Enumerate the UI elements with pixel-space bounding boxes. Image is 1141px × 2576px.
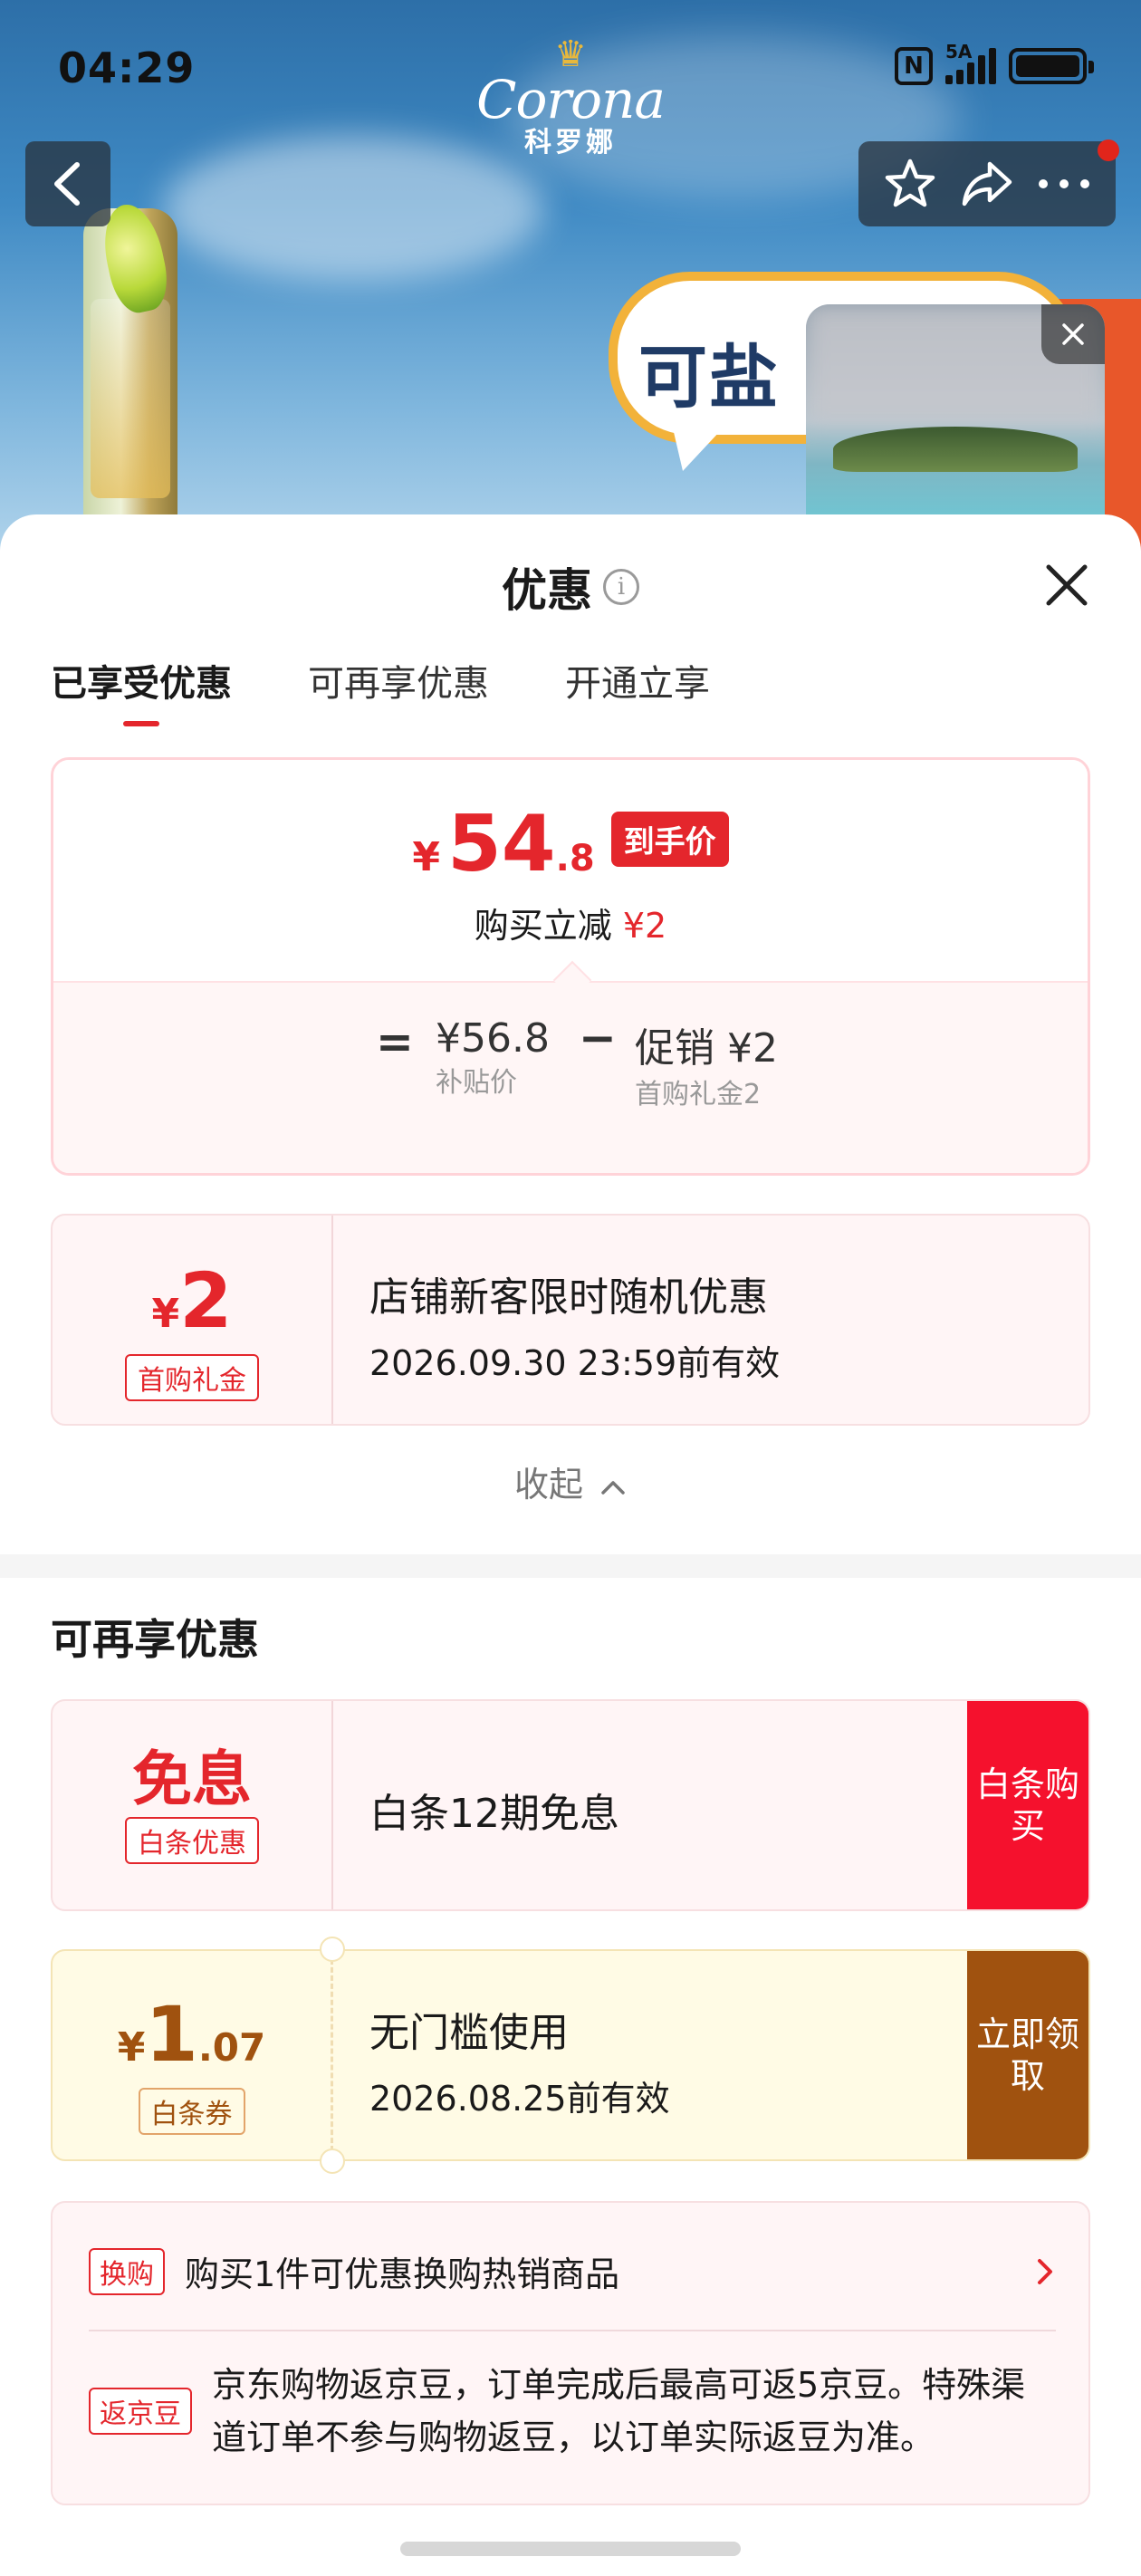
price-summary: ¥ 54 .8 到手价 购买立减 ¥2 (53, 760, 1088, 981)
voucher-amount: ¥1.07 (53, 1996, 331, 2086)
baitiao-big-label: 免息 (132, 1745, 252, 1814)
promo-label: 首购礼金2 (635, 1079, 762, 1110)
price-decimal: .8 (555, 838, 595, 879)
minus-sign: − (579, 1012, 617, 1064)
coupon-details: 店铺新客限时随机优惠 2026.09.30 23:59前有效 (369, 1264, 780, 1385)
speech-bubble-tail (670, 417, 734, 471)
back-arrow-icon (54, 162, 80, 206)
banner-headline: 可盐 (638, 337, 780, 418)
trade-in-tag: 换购 (89, 2247, 165, 2295)
chevron-up-icon (601, 1480, 625, 1495)
close-icon[interactable] (1041, 560, 1092, 610)
tab-activate[interactable]: 开通立享 (565, 654, 710, 708)
baitiao-buy-button[interactable]: 白条购买 (967, 1701, 1088, 1909)
status-icons: N 5A (895, 41, 1094, 85)
ticket-punch (320, 2148, 345, 2174)
collapse-label: 收起 (513, 1465, 583, 1504)
reduction-label: 购买立减 (474, 906, 612, 946)
subsidy-price: ¥56.8 补贴价 (436, 1015, 571, 1100)
jingdou-tag: 返京豆 (89, 2388, 192, 2435)
baitiao-tag: 白条优惠 (125, 1817, 259, 1864)
tab-enjoyed[interactable]: 已享受优惠 (51, 654, 232, 726)
voucher-title: 无门槛使用 (369, 2010, 569, 2056)
more-icon (1039, 179, 1090, 188)
final-price: ¥ 54 .8 到手价 (53, 805, 1088, 883)
close-icon (1062, 323, 1084, 345)
coupon-amount: ¥2 (53, 1263, 331, 1352)
brand-logo: ♛ Corona 科罗娜 (471, 36, 670, 159)
favorite-button[interactable] (878, 152, 942, 216)
voucher-dec: .07 (197, 2025, 266, 2070)
currency-symbol: ¥ (412, 834, 440, 880)
section-divider (0, 1554, 1141, 1578)
voucher-tag: 白条券 (138, 2088, 245, 2135)
coupon-tag: 首购礼金 (125, 1354, 259, 1401)
promo-discount: 促销 ¥2 首购礼金2 (635, 1015, 778, 1111)
sheet-title-row: 优惠 i (0, 554, 1141, 620)
more-button[interactable] (1032, 152, 1096, 216)
final-price-card: ¥ 54 .8 到手价 购买立减 ¥2 = ¥56.8 补贴价 − 促销 ¥2 (51, 757, 1090, 1176)
jingdou-text: 京东购物返京豆，订单完成后最高可返5京豆。特殊渠道订单不参与购物返豆，以订单实际… (212, 2365, 1026, 2457)
status-time: 04:29 (58, 43, 196, 92)
beer-bottle-neck (91, 299, 170, 498)
voucher-left: ¥1.07 白条券 (53, 1951, 333, 2159)
voucher-details: 无门槛使用 2026.08.25前有效 (369, 2000, 670, 2120)
chevron-right-icon (1038, 2258, 1052, 2284)
baitiao-left: 免息 白条优惠 (53, 1701, 333, 1909)
video-close-button[interactable] (1041, 304, 1105, 364)
share-button[interactable] (955, 152, 1019, 216)
final-price-badge: 到手价 (610, 811, 729, 867)
coupon-currency: ¥ (151, 1291, 180, 1337)
baitiao-interest-free-card: 免息 白条优惠 白条12期免息 白条购买 (51, 1699, 1090, 1911)
baitiao-details: 白条12期免息 (369, 1781, 619, 1839)
tab-more-available[interactable]: 可再享优惠 (308, 654, 489, 708)
star-icon (885, 159, 935, 207)
reduction-amount: ¥2 (622, 906, 667, 946)
network-type: 5A (945, 41, 973, 62)
coupon-expiry: 2026.09.30 23:59前有效 (369, 1343, 781, 1383)
extra-benefits-card: 换购 购买1件可优惠换购热销商品 返京豆 京东购物返京豆，订单完成后最高可返5京… (51, 2201, 1090, 2505)
jingdou-row: 返京豆 京东购物返京豆，订单完成后最高可返5京豆。特殊渠道订单不参与购物返豆，以… (89, 2359, 1056, 2464)
baitiao-title: 白条12期免息 (369, 1791, 619, 1837)
subsidy-price-label: 补贴价 (436, 1067, 517, 1099)
instant-reduction: 购买立减 ¥2 (53, 898, 1088, 947)
collapse-toggle[interactable]: 收起 (0, 1456, 1141, 1506)
more-section-title: 可再享优惠 (51, 1615, 259, 1664)
voucher-int: 1 (145, 1990, 198, 2079)
info-icon[interactable]: i (603, 569, 639, 605)
price-breakdown: = ¥56.8 补贴价 − 促销 ¥2 首购礼金2 (53, 981, 1088, 1173)
subsidy-price-value: ¥56.8 (436, 1015, 550, 1062)
claim-voucher-button[interactable]: 立即领取 (967, 1951, 1088, 2159)
top-action-group (858, 141, 1116, 226)
price-integer: 54 (446, 799, 556, 889)
voucher-expiry: 2026.08.25前有效 (369, 2079, 670, 2119)
battery-icon (1009, 48, 1094, 84)
share-icon (962, 161, 1012, 207)
coupon-value: 2 (179, 1256, 233, 1345)
trade-in-text: 购买1件可优惠换购热销商品 (185, 2254, 620, 2294)
promo-value: 促销 ¥2 (635, 1025, 778, 1072)
tab-bar: 已享受优惠 可再享优惠 开通立享 (51, 654, 710, 726)
baitiao-voucher-card: ¥1.07 白条券 无门槛使用 2026.08.25前有效 立即领取 (51, 1949, 1090, 2161)
extras-separator (89, 2330, 1056, 2331)
voucher-currency: ¥ (117, 2024, 146, 2071)
sheet-title: 优惠 (502, 564, 592, 617)
nfc-icon: N (895, 47, 933, 85)
equals-sign: = (376, 1015, 414, 1068)
trade-in-row[interactable]: 换购 购买1件可优惠换购热销商品 (89, 2246, 1056, 2296)
back-button[interactable] (25, 141, 110, 226)
signal-icon: 5A (945, 41, 996, 84)
notification-dot (1098, 139, 1119, 161)
coupon-title: 店铺新客限时随机优惠 (369, 1274, 768, 1321)
coupon-amount-area: ¥2 首购礼金 (53, 1216, 333, 1424)
discount-bottom-sheet: 优惠 i 已享受优惠 可再享优惠 开通立享 ¥ 54 .8 到手价 购买立减 ¥2… (0, 514, 1141, 2576)
brand-logo-cn: 科罗娜 (524, 127, 617, 159)
video-island-scene (833, 427, 1078, 472)
ticket-punch (320, 1937, 345, 1962)
brand-logo-text: Corona (476, 69, 666, 130)
home-indicator[interactable] (400, 2542, 741, 2556)
crown-icon: ♛ (554, 34, 587, 75)
first-purchase-coupon: ¥2 首购礼金 店铺新客限时随机优惠 2026.09.30 23:59前有效 (51, 1214, 1090, 1426)
